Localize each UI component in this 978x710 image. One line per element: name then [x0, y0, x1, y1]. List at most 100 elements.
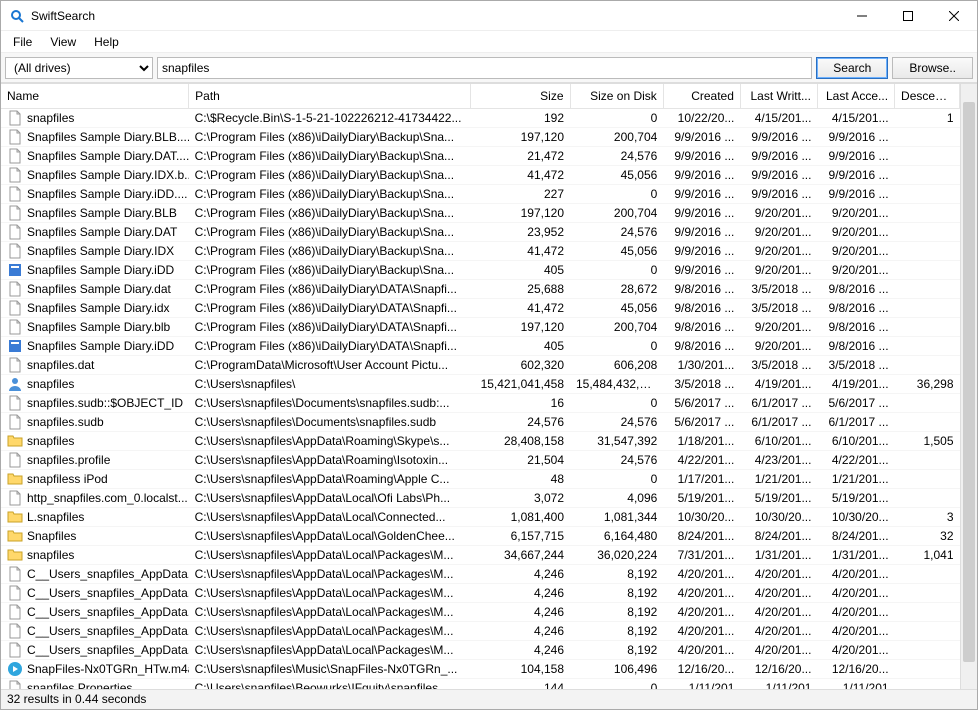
col-size-on-disk[interactable]: Size on Disk — [570, 84, 663, 108]
cell-accessed: 12/16/20... — [817, 659, 894, 678]
cell-size: 4,246 — [471, 564, 570, 583]
cell-size: 602,320 — [471, 355, 570, 374]
cell-descendants — [895, 203, 960, 222]
table-row[interactable]: snapfiless iPodC:\Users\snapfiles\AppDat… — [1, 469, 960, 488]
col-size[interactable]: Size — [471, 84, 570, 108]
cell-size: 4,246 — [471, 602, 570, 621]
table-row[interactable]: Snapfiles Sample Diary.blbC:\Program Fil… — [1, 317, 960, 336]
scrollbar-thumb[interactable] — [963, 102, 975, 662]
table-row[interactable]: snapfiles.sudbC:\Users\snapfiles\Documen… — [1, 412, 960, 431]
cell-size: 4,246 — [471, 621, 570, 640]
table-row[interactable]: Snapfiles Sample Diary.DATC:\Program Fil… — [1, 222, 960, 241]
cell-size-on-disk: 6,164,480 — [570, 526, 663, 545]
table-row[interactable]: snapfiles.profileC:\Users\snapfiles\AppD… — [1, 450, 960, 469]
cell-name: snanfiles Pronerties — [27, 681, 132, 690]
table-row[interactable]: snapfilesC:\$Recycle.Bin\S-1-5-21-102226… — [1, 108, 960, 127]
cell-descendants — [895, 450, 960, 469]
search-input[interactable] — [157, 57, 812, 79]
file-icon — [7, 224, 23, 240]
cell-accessed: 9/8/2016 ... — [817, 298, 894, 317]
cell-size: 48 — [471, 469, 570, 488]
file-icon — [7, 319, 23, 335]
cell-size: 16 — [471, 393, 570, 412]
col-name[interactable]: Name — [1, 84, 189, 108]
cell-created: 9/9/2016 ... — [663, 222, 740, 241]
cell-written: 4/23/201... — [740, 450, 817, 469]
cell-descendants — [895, 602, 960, 621]
cell-path: C:\Users\snapfiles\AppData\Local\Package… — [189, 621, 471, 640]
table-row[interactable]: C__Users_snapfiles_AppData...C:\Users\sn… — [1, 640, 960, 659]
cell-created: 4/20/201... — [663, 583, 740, 602]
col-descendants[interactable]: Descend... — [895, 84, 960, 108]
cell-size: 197,120 — [471, 127, 570, 146]
table-row[interactable]: Snapfiles Sample Diary.datC:\Program Fil… — [1, 279, 960, 298]
table-row[interactable]: http_snapfiles.com_0.localst...C:\Users\… — [1, 488, 960, 507]
table-row[interactable]: SnapFiles-Nx0TGRn_HTw.m4aC:\Users\snapfi… — [1, 659, 960, 678]
cell-size-on-disk: 0 — [570, 336, 663, 355]
table-row[interactable]: L.snapfilesC:\Users\snapfiles\AppData\Lo… — [1, 507, 960, 526]
table-row[interactable]: SnapfilesC:\Users\snapfiles\AppData\Loca… — [1, 526, 960, 545]
cell-path: C:\Users\snapfiles\Music\SnapFiles-Nx0TG… — [189, 659, 471, 678]
cell-written: 3/5/2018 ... — [740, 355, 817, 374]
cell-name: Snapfiles Sample Diary.iDD — [27, 339, 174, 353]
close-button[interactable] — [931, 1, 977, 31]
table-row[interactable]: C__Users_snapfiles_AppData...C:\Users\sn… — [1, 602, 960, 621]
cell-size-on-disk: 8,192 — [570, 640, 663, 659]
browse-button[interactable]: Browse.. — [892, 57, 973, 79]
col-last-written[interactable]: Last Writt... — [740, 84, 817, 108]
minimize-button[interactable] — [839, 1, 885, 31]
menu-view[interactable]: View — [42, 33, 84, 51]
cell-descendants: 32 — [895, 526, 960, 545]
cell-created: 5/19/201... — [663, 488, 740, 507]
cell-accessed: 9/9/2016 ... — [817, 127, 894, 146]
table-row[interactable]: Snapfiles Sample Diary.idxC:\Program Fil… — [1, 298, 960, 317]
menu-help[interactable]: Help — [86, 33, 127, 51]
table-row[interactable]: C__Users_snapfiles_AppData...C:\Users\sn… — [1, 621, 960, 640]
cell-created: 1/11/201 — [663, 678, 740, 689]
maximize-button[interactable] — [885, 1, 931, 31]
cell-accessed: 10/30/20... — [817, 507, 894, 526]
cell-name: Snapfiles Sample Diary.blb — [27, 320, 170, 334]
menu-file[interactable]: File — [5, 33, 40, 51]
table-row[interactable]: snapfilesC:\Users\snapfiles\AppData\Roam… — [1, 431, 960, 450]
cell-created: 9/8/2016 ... — [663, 317, 740, 336]
col-last-accessed[interactable]: Last Acce... — [817, 84, 894, 108]
col-created[interactable]: Created — [663, 84, 740, 108]
col-path[interactable]: Path — [189, 84, 471, 108]
cell-size-on-disk: 36,020,224 — [570, 545, 663, 564]
file-icon — [7, 452, 23, 468]
cell-name: SnapFiles-Nx0TGRn_HTw.m4a — [27, 662, 189, 676]
cell-written: 9/20/201... — [740, 317, 817, 336]
toolbar: (All drives) Search Browse.. — [1, 53, 977, 83]
vertical-scrollbar[interactable] — [960, 84, 977, 689]
table-row[interactable]: snapfiles.sudb::$OBJECT_IDC:\Users\snapf… — [1, 393, 960, 412]
table-row[interactable]: snapfiles.datC:\ProgramData\Microsoft\Us… — [1, 355, 960, 374]
table-row[interactable]: Snapfiles Sample Diary.IDXC:\Program Fil… — [1, 241, 960, 260]
cell-descendants — [895, 355, 960, 374]
table-row[interactable]: snapfilesC:\Users\snapfiles\15,421,041,4… — [1, 374, 960, 393]
cell-size-on-disk: 45,056 — [570, 241, 663, 260]
table-row[interactable]: Snapfiles Sample Diary.iDDC:\Program Fil… — [1, 260, 960, 279]
table-row[interactable]: Snapfiles Sample Diary.BLBC:\Program Fil… — [1, 203, 960, 222]
drive-select[interactable]: (All drives) — [5, 57, 153, 79]
search-button[interactable]: Search — [816, 57, 888, 79]
table-row[interactable]: Snapfiles Sample Diary.IDX.b...C:\Progra… — [1, 165, 960, 184]
cell-size-on-disk: 4,096 — [570, 488, 663, 507]
table-row[interactable]: Snapfiles Sample Diary.iDDC:\Program Fil… — [1, 336, 960, 355]
cell-descendants — [895, 640, 960, 659]
cell-name: Snapfiles Sample Diary.IDX.b... — [27, 168, 189, 182]
cell-size-on-disk: 0 — [570, 184, 663, 203]
menubar: File View Help — [1, 31, 977, 53]
cell-size-on-disk: 0 — [570, 469, 663, 488]
table-row[interactable]: snapfilesC:\Users\snapfiles\AppData\Loca… — [1, 545, 960, 564]
table-row[interactable]: C__Users_snapfiles_AppData...C:\Users\sn… — [1, 564, 960, 583]
table-row[interactable]: snanfiles PronertiesC:\Users\snanfiles\B… — [1, 678, 960, 689]
table-row[interactable]: Snapfiles Sample Diary.DAT....C:\Program… — [1, 146, 960, 165]
table-row[interactable]: C__Users_snapfiles_AppData...C:\Users\sn… — [1, 583, 960, 602]
cell-written: 1/31/201... — [740, 545, 817, 564]
table-row[interactable]: Snapfiles Sample Diary.iDD....C:\Program… — [1, 184, 960, 203]
cell-size: 25,688 — [471, 279, 570, 298]
table-row[interactable]: Snapfiles Sample Diary.BLB....C:\Program… — [1, 127, 960, 146]
cell-created: 9/8/2016 ... — [663, 336, 740, 355]
folder-icon — [7, 471, 23, 487]
